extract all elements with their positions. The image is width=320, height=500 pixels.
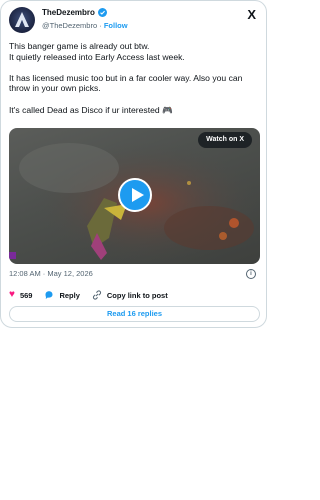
author-handle-row: @TheDezembro · Follow bbox=[42, 21, 128, 30]
x-logo-icon[interactable]: X bbox=[247, 8, 256, 21]
author-display-name[interactable]: TheDezembro bbox=[42, 8, 95, 17]
video-player[interactable]: Watch on X bbox=[9, 128, 260, 264]
tweet-header: TheDezembro @TheDezembro · Follow X bbox=[9, 6, 260, 36]
copy-link-button[interactable]: Copy link to post bbox=[92, 290, 168, 300]
follow-button[interactable]: Follow bbox=[104, 21, 128, 30]
verified-badge-icon bbox=[97, 8, 107, 17]
copy-link-label: Copy link to post bbox=[106, 290, 168, 300]
tweet-text: This banger game is already out btw. It … bbox=[9, 41, 243, 115]
like-count: 569 bbox=[19, 290, 33, 300]
reply-button[interactable]: Reply bbox=[44, 290, 80, 300]
reply-label: Reply bbox=[59, 290, 80, 300]
link-icon bbox=[92, 290, 102, 300]
action-bar: ♥ 569 Reply Copy link to post bbox=[9, 289, 180, 301]
avatar[interactable] bbox=[9, 7, 35, 33]
avatar-logo-icon bbox=[15, 12, 29, 27]
read-replies-button[interactable]: Read 16 replies bbox=[9, 306, 260, 322]
separator-dot: · bbox=[99, 21, 102, 30]
tweet-timestamp[interactable]: 12:08 AM · May 12, 2026 bbox=[9, 269, 93, 278]
tweet-card: TheDezembro @TheDezembro · Follow X This… bbox=[0, 0, 267, 328]
author-name-row: TheDezembro bbox=[42, 8, 107, 17]
info-icon[interactable]: i bbox=[246, 269, 256, 279]
watch-on-x-button[interactable]: Watch on X bbox=[198, 132, 252, 148]
heart-icon: ♥ bbox=[9, 289, 15, 300]
like-button[interactable]: ♥ 569 bbox=[9, 290, 32, 300]
reply-icon bbox=[44, 290, 54, 300]
play-button-icon[interactable] bbox=[118, 178, 152, 212]
author-handle[interactable]: @TheDezembro bbox=[42, 21, 97, 30]
